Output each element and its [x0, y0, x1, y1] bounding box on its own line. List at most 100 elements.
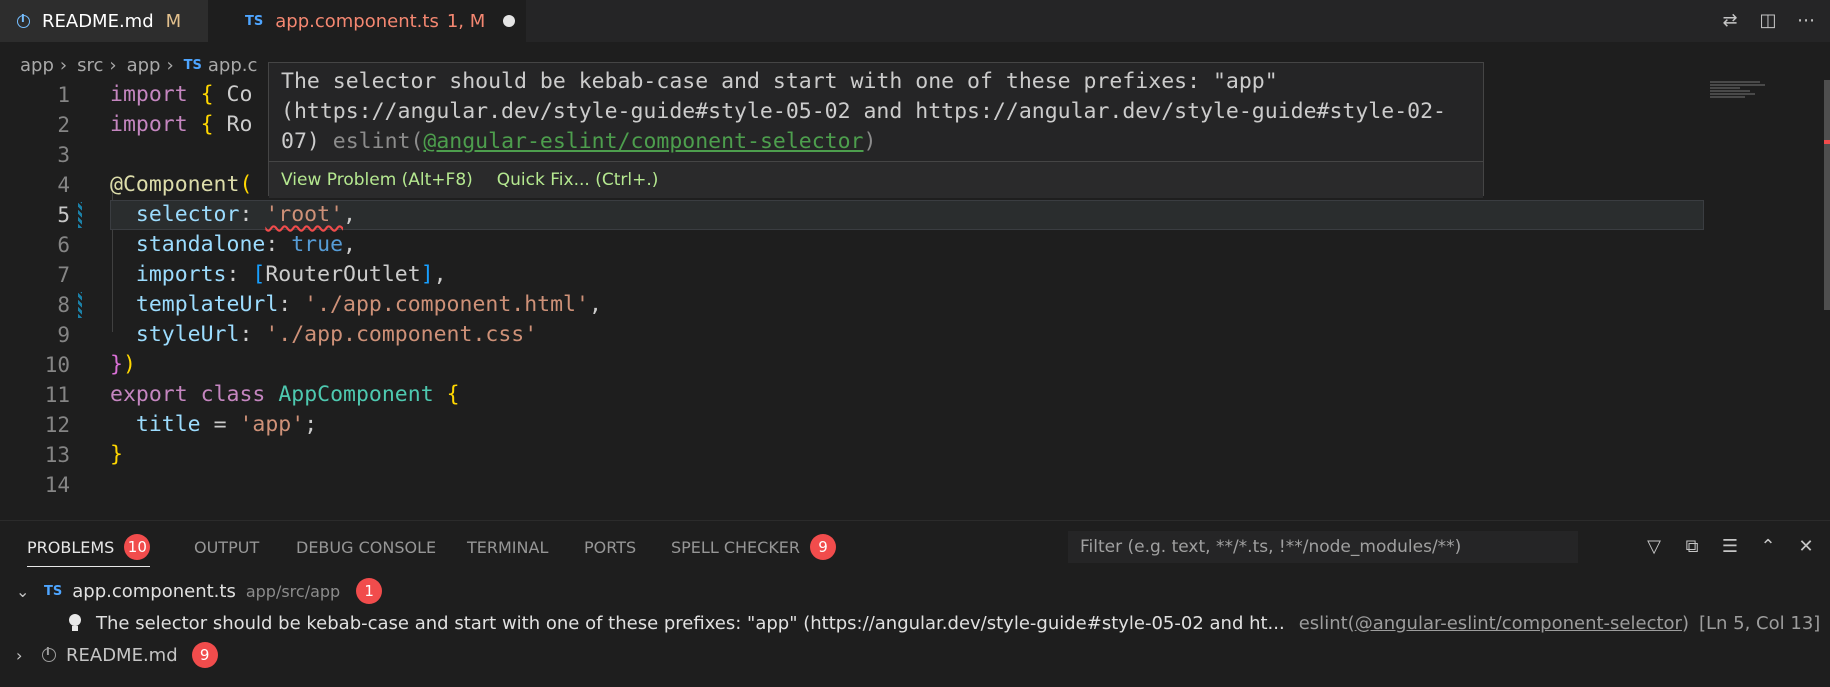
problem-count-badge: 1	[356, 578, 383, 604]
tab-status: 1, M	[446, 10, 486, 32]
problem-location: [Ln 5, Col 13]	[1698, 612, 1821, 634]
chevron-right-icon: ›	[59, 54, 68, 76]
tab-output[interactable]: OUTPUT	[194, 521, 259, 573]
editor-scrollbar[interactable]	[1824, 80, 1830, 310]
problem-hover-widget: The selector should be kebab-case and st…	[268, 62, 1484, 198]
chevron-right-icon: ›	[109, 54, 117, 76]
code-text: export class AppComponent {	[110, 382, 460, 407]
more-actions-icon[interactable]: ⋯	[1796, 11, 1816, 31]
line-number: 2	[57, 113, 70, 137]
code-text: imports: [RouterOutlet],	[135, 262, 447, 287]
typescript-icon: TS	[44, 583, 63, 599]
line-number: 5	[57, 203, 70, 227]
code-line: 6 standalone: true,	[0, 230, 1700, 260]
tab-ports[interactable]: PORTS	[584, 521, 636, 573]
collapse-all-icon[interactable]: ⧉	[1682, 537, 1702, 557]
tab-label: app.component.ts	[275, 10, 439, 32]
line-number: 7	[57, 263, 70, 287]
breadcrumb-item[interactable]: app.c	[208, 55, 258, 76]
line-number: 9	[57, 323, 70, 347]
code-line: 13 }	[0, 440, 1700, 470]
line-number: 3	[57, 143, 70, 167]
editor-tab-bar: README.md M TS app.component.ts 1, M ⇄ ◫…	[0, 0, 1830, 42]
breadcrumb-item[interactable]: app	[127, 55, 161, 76]
tab-app-component[interactable]: TS app.component.ts 1, M	[208, 0, 526, 42]
problem-message: The selector should be kebab-case and st…	[96, 612, 1285, 634]
problem-file-name: app.component.ts	[72, 580, 236, 602]
view-problem-link[interactable]: View Problem (Alt+F8)	[281, 170, 473, 190]
compare-changes-icon[interactable]: ⇄	[1720, 11, 1740, 31]
line-number: 4	[57, 173, 70, 197]
rule-link[interactable]: @angular-eslint/component-selector	[423, 129, 863, 154]
problem-group-row[interactable]: › README.md 9	[0, 640, 1830, 670]
hover-actions: View Problem (Alt+F8) Quick Fix... (Ctrl…	[269, 161, 1483, 198]
code-text: }	[110, 442, 123, 467]
split-editor-icon[interactable]: ◫	[1758, 11, 1778, 31]
code-text: import { Co	[110, 82, 253, 107]
code-text: styleUrl: './app.component.css'	[135, 322, 538, 347]
code-line: 8 templateUrl: './app.component.html',	[0, 290, 1700, 320]
tab-problems[interactable]: PROBLEMS 10	[27, 521, 151, 573]
code-text: @Component(	[110, 172, 253, 197]
modified-line-marker	[78, 292, 82, 318]
bottom-panel: PROBLEMS 10 OUTPUT DEBUG CONSOLE TERMINA…	[0, 520, 1830, 687]
info-icon	[42, 645, 56, 662]
line-number: 10	[44, 353, 70, 377]
tab-spell-checker[interactable]: SPELL CHECKER 9	[671, 521, 837, 573]
code-line: 11 export class AppComponent {	[0, 380, 1700, 410]
hover-source-prefix: eslint(	[332, 129, 424, 154]
code-text: standalone: true,	[135, 232, 356, 257]
line-number: 6	[57, 233, 70, 257]
tab-label: SPELL CHECKER	[671, 537, 801, 557]
lightbulb-icon[interactable]	[68, 614, 82, 632]
problem-file-path: app/src/app	[245, 581, 341, 601]
line-number: 11	[44, 383, 70, 407]
tab-debug-console[interactable]: DEBUG CONSOLE	[296, 521, 436, 573]
problems-count-badge: 10	[124, 534, 151, 560]
line-number: 13	[44, 443, 70, 467]
code-line: 9 styleUrl: './app.component.css'	[0, 320, 1700, 350]
spell-count-badge: 9	[810, 534, 837, 560]
modified-line-marker	[78, 202, 82, 228]
quick-fix-link[interactable]: Quick Fix... (Ctrl+.)	[497, 170, 659, 190]
breadcrumb-item[interactable]: src	[77, 55, 103, 76]
panel-tabs: PROBLEMS 10 OUTPUT DEBUG CONSOLE TERMINA…	[0, 521, 1830, 573]
tab-terminal[interactable]: TERMINAL	[467, 521, 548, 573]
hover-message: The selector should be kebab-case and st…	[281, 67, 1471, 157]
typescript-icon: TS	[245, 13, 264, 29]
filter-icon[interactable]: ▽	[1644, 537, 1664, 557]
tab-status: M	[165, 10, 182, 32]
code-line: 12 title = 'app';	[0, 410, 1700, 440]
chevron-down-icon: ⌄	[16, 581, 30, 601]
tab-label: README.md	[42, 10, 154, 32]
tab-readme[interactable]: README.md M	[0, 0, 208, 42]
chevron-right-icon: ›	[16, 645, 23, 665]
line-number: 8	[57, 293, 70, 317]
editor-actions: ⇄ ◫ ⋯	[1720, 0, 1816, 42]
chevron-right-icon: ›	[166, 54, 174, 76]
problem-item-row[interactable]: The selector should be kebab-case and st…	[0, 608, 1830, 638]
code-text: title = 'app';	[135, 412, 318, 437]
code-text: import { Ro	[110, 112, 253, 137]
close-panel-icon[interactable]: ✕	[1796, 537, 1816, 557]
problem-rule-link[interactable]: @angular-eslint/component-selector	[1355, 613, 1682, 634]
tab-label: OUTPUT	[194, 537, 260, 557]
problem-source: eslint(@angular-eslint/component-selecto…	[1298, 612, 1689, 634]
tab-label: TERMINAL	[467, 537, 549, 557]
problem-count-badge: 9	[191, 642, 218, 668]
problem-group-row[interactable]: ⌄ TS app.component.ts app/src/app 1	[0, 576, 1830, 606]
code-line: 7 imports: [RouterOutlet],	[0, 260, 1700, 290]
code-line: 10 })	[0, 350, 1700, 380]
view-as-tree-icon[interactable]: ☰	[1720, 537, 1740, 557]
unsaved-dot-icon[interactable]	[503, 15, 516, 27]
tab-label: PROBLEMS	[27, 537, 115, 557]
maximize-panel-icon[interactable]: ⌃	[1758, 537, 1778, 557]
problem-file-name: README.md	[66, 644, 178, 666]
breadcrumb-item[interactable]: app	[20, 55, 54, 76]
line-number: 14	[44, 473, 70, 497]
problems-filter-input[interactable]: Filter (e.g. text, **/*.ts, !**/node_mod…	[1068, 531, 1578, 563]
line-number: 12	[44, 413, 70, 437]
typescript-icon: TS	[183, 57, 202, 73]
code-text: })	[110, 352, 136, 377]
minimap[interactable]	[1710, 80, 1780, 110]
